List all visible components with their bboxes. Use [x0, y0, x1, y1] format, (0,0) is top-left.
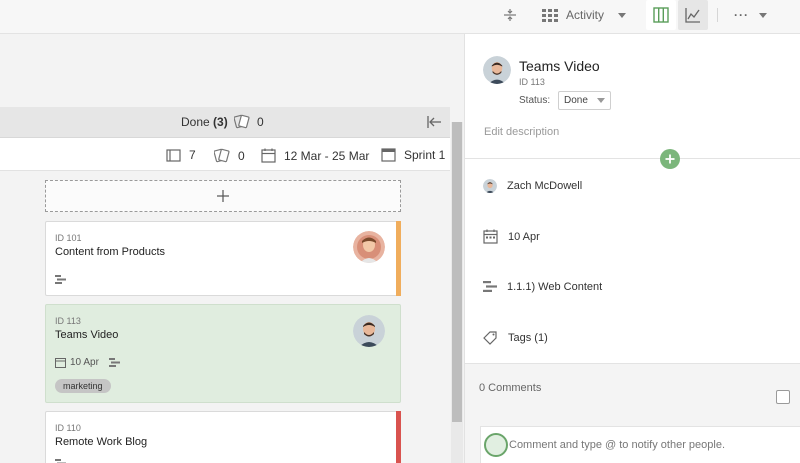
calendar-icon	[261, 148, 276, 163]
card-title: Teams Video	[55, 329, 119, 341]
priority-bar	[396, 221, 401, 296]
toolbar-divider	[717, 8, 718, 22]
comments-title: 0 Comments	[479, 382, 542, 394]
column-header: Done (3) 0	[0, 107, 450, 138]
activity-label: Activity	[566, 8, 605, 22]
epic-icon	[108, 358, 120, 367]
line-chart-icon	[685, 8, 700, 23]
scrollbar-thumb[interactable]	[452, 122, 462, 422]
avatar[interactable]	[483, 56, 511, 84]
grid-icon	[542, 9, 558, 22]
card-title: Remote Work Blog	[55, 436, 148, 448]
card-teams-video[interactable]: ID 113 Teams Video 10 Apr marketing	[45, 304, 401, 403]
sprint-icon	[381, 148, 396, 162]
card-remote-work-blog[interactable]: ID 110 Remote Work Blog	[45, 411, 401, 463]
card-details-panel: Teams Video ID 113 Status: Done Edit des…	[464, 34, 800, 463]
card-detail-id: ID 113	[519, 77, 545, 87]
plus-icon	[217, 190, 229, 202]
effort-icon	[234, 114, 250, 129]
tag-icon	[483, 331, 497, 345]
chevron-down-icon	[759, 12, 767, 18]
status-label: Status:	[519, 95, 551, 106]
chevron-down-icon	[618, 12, 627, 18]
avatar[interactable]	[353, 315, 385, 347]
calendar-icon	[483, 229, 498, 244]
split-view-button[interactable]	[500, 0, 520, 30]
board-view-button[interactable]	[646, 0, 676, 30]
comment-input[interactable]: Comment and type @ to notify other peopl…	[480, 426, 800, 463]
column-effort: 0	[257, 115, 264, 129]
card-title: Content from Products	[55, 246, 166, 258]
card-icon	[166, 148, 181, 162]
assignee-field[interactable]: Zach McDowell	[483, 179, 582, 193]
columns-icon	[653, 7, 669, 23]
chart-view-button[interactable]	[678, 0, 708, 30]
tag-marketing[interactable]: marketing	[55, 379, 111, 393]
panel-divider	[465, 158, 800, 159]
card-id: ID 101	[55, 233, 82, 243]
status-select[interactable]: Done	[558, 91, 611, 110]
priority-bar	[396, 411, 401, 463]
more-menu-button[interactable]: ···	[734, 0, 767, 30]
tags-field[interactable]: Tags (1)	[483, 330, 548, 345]
effort-icon	[214, 148, 230, 163]
chevron-down-icon	[597, 98, 605, 103]
edit-description[interactable]: Edit description	[484, 126, 559, 138]
avatar	[483, 179, 497, 193]
card-count-stat: 7	[166, 148, 196, 162]
card-detail-title[interactable]: Teams Video	[519, 58, 600, 74]
epic-field[interactable]: 1.1.1) Web Content	[483, 280, 602, 293]
calendar-icon	[55, 358, 66, 368]
comments-section: 0 Comments Comment and type @ to notify …	[465, 363, 800, 463]
column-title: Done (3)	[181, 115, 228, 129]
kanban-board: Done (3) 0 7 0 12 Mar - 25 Mar Sprint 1 …	[0, 34, 464, 463]
avatar[interactable]	[353, 231, 385, 263]
card-content-from-products[interactable]: ID 101 Content from Products	[45, 221, 401, 296]
date-range-stat: 12 Mar - 25 Mar	[261, 148, 369, 163]
card-id: ID 110	[55, 423, 81, 433]
card-due-date: 10 Apr	[55, 357, 120, 368]
board-scrollbar[interactable]	[451, 122, 463, 463]
epic-icon	[483, 281, 497, 292]
activity-dropdown[interactable]: Activity	[542, 0, 627, 30]
due-date-field[interactable]: 10 Apr	[483, 229, 540, 244]
sprint-stat[interactable]: Sprint 1	[381, 148, 445, 162]
top-toolbar: Activity ···	[0, 0, 800, 34]
cursor-indicator	[484, 433, 508, 457]
plus-icon	[665, 154, 675, 164]
effort-stat: 0	[214, 148, 245, 163]
column-stats-bar: 7 0 12 Mar - 25 Mar Sprint 1	[0, 138, 450, 171]
collapse-left-icon[interactable]	[426, 114, 442, 130]
epic-icon	[55, 459, 66, 463]
more-icon: ···	[734, 8, 749, 22]
add-field-button[interactable]	[660, 149, 680, 169]
split-icon	[504, 9, 516, 21]
card-id: ID 113	[55, 316, 81, 326]
comments-checkbox[interactable]	[776, 390, 790, 404]
epic-icon	[55, 275, 66, 284]
add-card-button[interactable]	[45, 180, 401, 212]
